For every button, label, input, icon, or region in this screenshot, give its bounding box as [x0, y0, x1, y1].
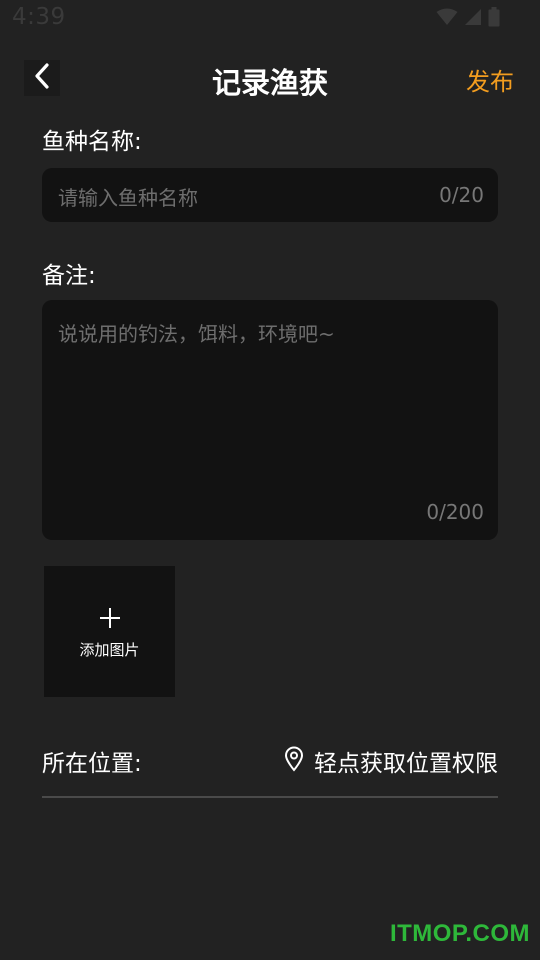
cell-signal-icon [464, 8, 482, 26]
plus-icon [99, 607, 121, 633]
fish-name-placeholder: 请输入鱼种名称 [58, 186, 198, 210]
location-action-label: 轻点获取位置权限 [314, 751, 498, 777]
location-permission-button[interactable]: 轻点获取位置权限 [284, 744, 498, 778]
status-time: 4:39 [12, 4, 66, 30]
battery-icon [488, 7, 500, 27]
status-bar: 4:39 [0, 0, 540, 36]
fish-name-label: 鱼种名称: [42, 129, 142, 155]
page-title: 记录渔获 [211, 66, 328, 100]
remarks-counter: 0/200 [426, 500, 484, 524]
status-icons [436, 7, 500, 27]
location-label: 所在位置: [42, 751, 142, 777]
add-image-button[interactable]: 添加图片 [44, 566, 175, 697]
fish-name-counter: 0/20 [439, 183, 484, 207]
publish-button[interactable]: 发布 [466, 62, 514, 97]
add-image-label: 添加图片 [79, 641, 140, 659]
app-bar: 记录渔获 发布 [0, 52, 540, 108]
fish-name-input[interactable]: 请输入鱼种名称 0/20 [42, 168, 498, 222]
location-pin-icon [284, 746, 304, 776]
remarks-textarea[interactable]: 说说用的钓法，饵料，环境吧~ 0/200 [42, 300, 498, 540]
remarks-label: 备注: [42, 263, 96, 289]
wifi-icon [436, 8, 458, 26]
location-row: 所在位置: 轻点获取位置权限 [42, 742, 498, 798]
remarks-placeholder: 说说用的钓法，饵料，环境吧~ [58, 322, 335, 346]
watermark: ITMOP.COM [389, 920, 530, 947]
